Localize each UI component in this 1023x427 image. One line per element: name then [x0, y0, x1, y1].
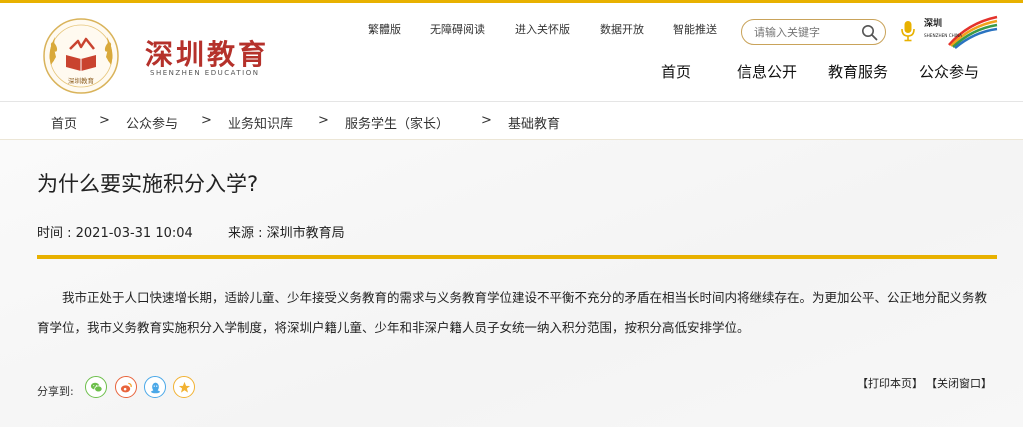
title-divider	[37, 255, 997, 259]
search-box	[741, 19, 886, 45]
share-wechat-button[interactable]	[85, 376, 107, 398]
nav-information-disclosure[interactable]: 信息公开	[737, 61, 797, 82]
breadcrumb-separator: >	[481, 113, 492, 128]
share-label: 分享到:	[37, 385, 74, 398]
close-window-link[interactable]: 【关闭窗口】	[926, 375, 992, 391]
wechat-icon	[90, 382, 102, 392]
smart-push-link[interactable]: 智能推送	[673, 21, 717, 37]
article-title: 为什么要实施积分入学?	[37, 172, 259, 196]
article-source: 来源 : 深圳市教育局	[228, 226, 345, 241]
nav-home[interactable]: 首页	[661, 61, 691, 82]
print-page-link[interactable]: 【打印本页】	[857, 375, 923, 391]
share-qzone-button[interactable]	[173, 376, 195, 398]
weibo-icon	[120, 382, 132, 392]
breadcrumb: 首页 > 公众参与 > 业务知识库 > 服务学生（家长） > 基础教育	[0, 102, 1023, 140]
search-icon[interactable]	[861, 24, 878, 41]
care-mode-link[interactable]: 进入关怀版	[515, 21, 570, 37]
svg-text:深圳教育: 深圳教育	[68, 76, 95, 85]
breadcrumb-separator: >	[318, 113, 329, 128]
breadcrumb-serve-students[interactable]: 服务学生（家长）	[345, 113, 449, 132]
share-weibo-button[interactable]	[115, 376, 137, 398]
svg-text:SHENZHEN CHINA: SHENZHEN CHINA	[924, 33, 962, 38]
traditional-chinese-link[interactable]: 繁體版	[368, 21, 401, 37]
publish-time: 时间 : 2021-03-31 10:04	[37, 226, 193, 241]
article-container: 为什么要实施积分入学? 时间 : 2021-03-31 10:04 来源 : 深…	[0, 140, 1023, 427]
open-data-link[interactable]: 数据开放	[600, 21, 644, 37]
nav-education-services[interactable]: 教育服务	[828, 61, 888, 82]
accessible-reading-link[interactable]: 无障碍阅读	[430, 21, 485, 37]
qq-icon	[150, 382, 160, 393]
shenzhen-education-emblem[interactable]: 深圳教育	[42, 17, 120, 95]
breadcrumb-public-participation[interactable]: 公众参与	[126, 113, 178, 132]
site-header: 深圳教育 深圳教育 SHENZHEN EDUCATION 繁體版 无障碍阅读 进…	[0, 3, 1023, 102]
breadcrumb-separator: >	[201, 113, 212, 128]
star-icon	[178, 381, 190, 393]
article-body: 我市正处于人口快速增长期，适龄儿童、少年接受义务教育的需求与义务教育学位建设不平…	[37, 290, 988, 335]
nav-public-participation[interactable]: 公众参与	[919, 61, 979, 82]
breadcrumb-home[interactable]: 首页	[51, 113, 77, 132]
breadcrumb-separator: >	[99, 113, 110, 128]
logo-subtitle: SHENZHEN EDUCATION	[150, 69, 260, 77]
share-qq-button[interactable]	[144, 376, 166, 398]
breadcrumb-knowledge-base[interactable]: 业务知识库	[228, 113, 293, 132]
logo-title[interactable]: 深圳教育	[145, 33, 269, 73]
microphone-icon[interactable]	[900, 20, 916, 42]
svg-text:深圳: 深圳	[924, 17, 942, 29]
breadcrumb-basic-education[interactable]: 基础教育	[508, 113, 560, 132]
search-input[interactable]	[754, 24, 854, 40]
shenzhen-china-logo[interactable]: 深圳 SHENZHEN CHINA	[923, 15, 998, 49]
